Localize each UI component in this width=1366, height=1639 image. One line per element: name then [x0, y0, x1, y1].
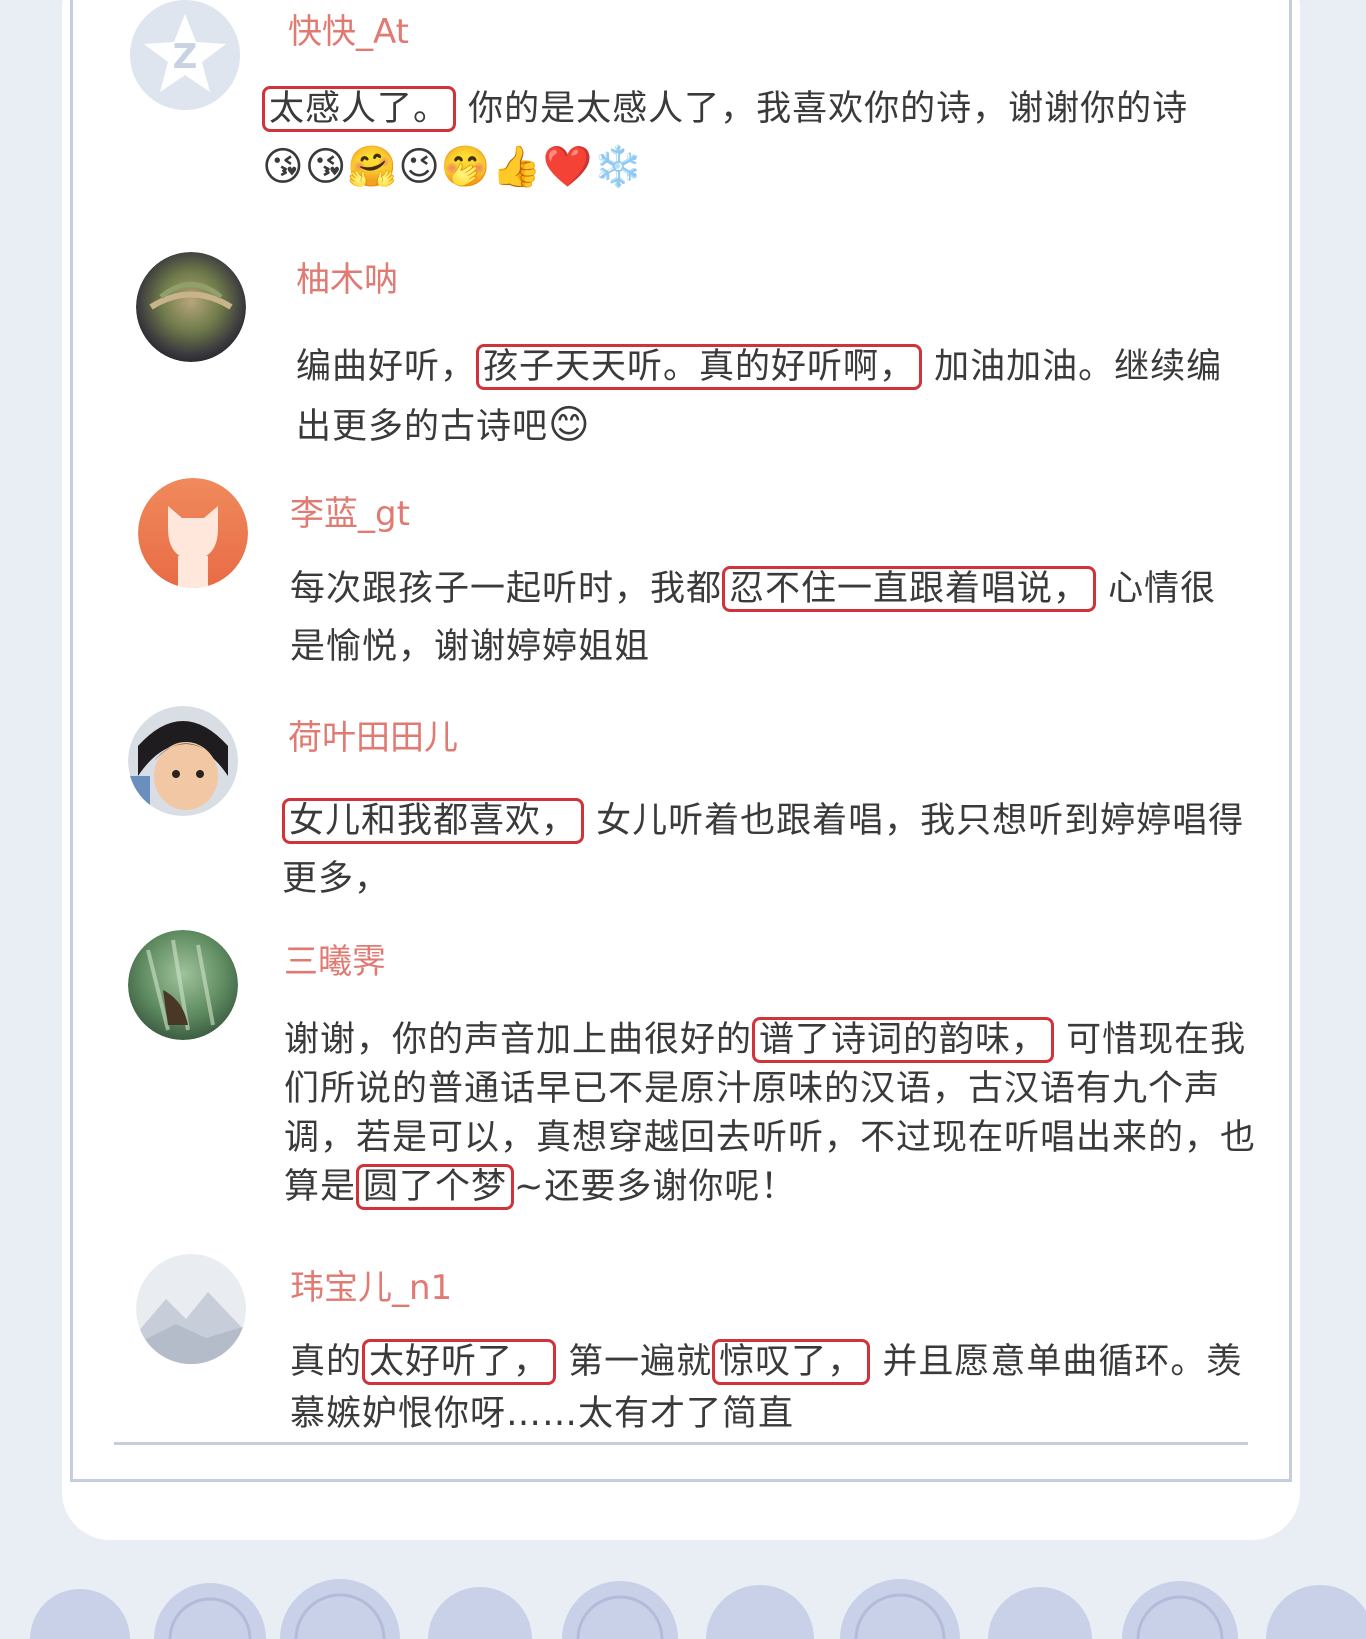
child-photo-avatar[interactable]	[128, 706, 238, 816]
smile-emoji-icon: 😊	[548, 402, 591, 448]
frame-corner-left	[70, 1440, 114, 1482]
comment-text-body: 第一遍就	[568, 1342, 713, 1382]
highlight-box: 女儿和我都喜欢，	[282, 798, 585, 844]
comment-text: 谢谢，你的声音加上曲很好的 谱了诗词的韵味， 可惜现在我们所说的普通话早已不是原汁…	[284, 1016, 1264, 1212]
comment-username[interactable]: 柚木呐	[296, 252, 398, 301]
comment-text-before: 每次跟孩子一起听时，我都	[290, 569, 723, 609]
comment-text-before: 真的	[290, 1342, 363, 1382]
frame-corner-right	[1248, 1440, 1292, 1482]
orange-cat-avatar-icon[interactable]	[138, 478, 248, 588]
emoji-row-icon: 😘😘🤗😉🤭👍❤️❄️	[262, 144, 645, 190]
highlight-box: 惊叹了，	[712, 1339, 871, 1385]
comment-text-before: 编曲好听，	[296, 347, 477, 387]
comment-text: 太感人了。 你的是太感人了，我喜欢你的诗，谢谢你的诗 😘😘🤗😉🤭👍❤️❄️	[262, 80, 1232, 198]
qq-star-avatar-icon[interactable]: Z	[130, 0, 240, 110]
comment-username[interactable]: 三曦霁	[284, 934, 386, 983]
comment-text-before: 谢谢，你的声音加上曲很好的	[284, 1020, 753, 1060]
highlight-box: 忍不住一直跟着唱说，	[722, 566, 1097, 612]
comment-text: 真的 太好听了， 第一遍就 惊叹了， 并且愿意单曲循环。羡慕嫉妒恨你呀……太有才了简…	[290, 1336, 1250, 1440]
svg-text:Z: Z	[173, 37, 198, 77]
comment-text: 编曲好听， 孩子天天听。真的好听啊， 加油加油。继续编出更多的古诗吧😊	[296, 338, 1226, 456]
highlight-box: 孩子天天听。真的好听啊，	[476, 344, 923, 390]
comment-text: 女儿和我都喜欢， 女儿听着也跟着唱，我只想听到婷婷唱得更多，	[282, 792, 1252, 908]
highlight-box: 谱了诗词的韵味，	[752, 1017, 1055, 1063]
highlight-box: 圆了个梦	[356, 1164, 515, 1210]
comment-username[interactable]: 李蓝_gt	[290, 486, 410, 535]
comment-username[interactable]: 荷叶田田儿	[288, 710, 458, 759]
comment-text: 每次跟孩子一起听时，我都 忍不住一直跟着唱说， 心情很是愉悦，谢谢婷婷姐姐	[290, 560, 1250, 676]
plant-photo-avatar[interactable]	[128, 930, 238, 1040]
comment-text-body: 你的是太感人了，我喜欢你的诗，谢谢你的诗	[468, 89, 1189, 129]
comment-username[interactable]: 玮宝儿_n1	[290, 1260, 452, 1309]
frame-bottom-line	[110, 1479, 1254, 1482]
cloud-wave-decoration	[30, 1579, 1366, 1639]
comment-text-after: ~还要多谢你呢！	[514, 1167, 797, 1207]
highlight-box: 太感人了。	[262, 86, 457, 132]
highlight-box: 太好听了，	[362, 1339, 557, 1385]
comment-username[interactable]: 快快_At	[288, 4, 409, 53]
card-frame	[70, 0, 1292, 1445]
misty-mountain-avatar[interactable]	[136, 1254, 246, 1364]
succulent-photo-avatar[interactable]	[136, 252, 246, 362]
